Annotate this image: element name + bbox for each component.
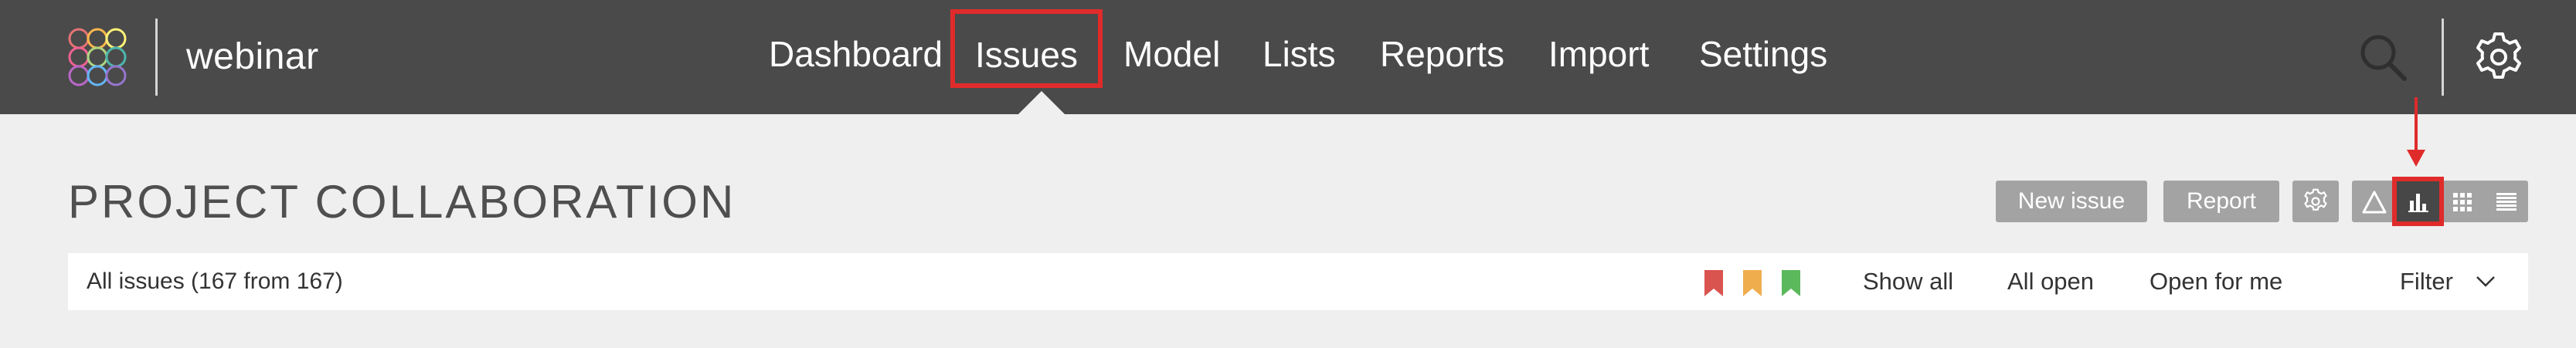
gear-icon [2304,188,2327,211]
view-mode-switcher [2352,177,2528,226]
logo-divider [155,19,158,96]
search-icon[interactable] [2355,29,2411,85]
report-button[interactable]: Report [2163,181,2279,222]
view-list-button[interactable] [2484,181,2528,222]
nav-lists[interactable]: Lists [1263,29,1336,79]
nav-model[interactable]: Model [1123,29,1220,79]
page-title: PROJECT COLLABORATION [68,176,736,228]
filter-open-for-me[interactable]: Open for me [2149,269,2282,295]
yellow-flag-icon[interactable] [1742,269,1763,298]
issue-count-summary: All issues (167 from 167) [87,269,343,294]
nav-reports[interactable]: Reports [1380,29,1504,79]
brand-name[interactable]: webinar [186,35,319,79]
list-icon [2496,193,2517,211]
filter-bar: All issues (167 from 167) Show all All o… [68,253,2528,310]
nav-issues[interactable]: Issues [950,9,1103,88]
warning-triangle-icon [2362,191,2387,214]
filter-dropdown[interactable]: Filter [2400,269,2453,295]
settings-button[interactable] [2292,181,2339,222]
view-grid-button[interactable] [2440,181,2484,222]
filter-all-open[interactable]: All open [2007,269,2094,295]
annotation-arrow-head [2407,150,2425,167]
gear-icon[interactable] [2471,29,2527,85]
red-flag-icon[interactable] [1703,269,1725,298]
top-navigation-bar: webinar Dashboard Issues Model Lists Rep… [0,0,2576,114]
green-flag-icon[interactable] [1780,269,1802,298]
nav-dashboard[interactable]: Dashboard [769,29,943,79]
chevron-down-icon[interactable] [2474,270,2497,293]
bar-chart-icon [2408,194,2428,212]
nav-import[interactable]: Import [1548,29,1649,79]
new-issue-button[interactable]: New issue [1996,181,2147,222]
header-divider [2442,19,2444,96]
view-warnings-button[interactable] [2352,181,2396,222]
filter-show-all[interactable]: Show all [1863,269,1953,295]
view-chart-button[interactable] [2392,177,2444,226]
grid-icon [2453,193,2472,211]
logo-icon[interactable] [66,26,128,88]
annotation-arrow [2415,97,2418,151]
nav-settings[interactable]: Settings [1699,29,1827,79]
active-tab-indicator [1018,91,1065,114]
